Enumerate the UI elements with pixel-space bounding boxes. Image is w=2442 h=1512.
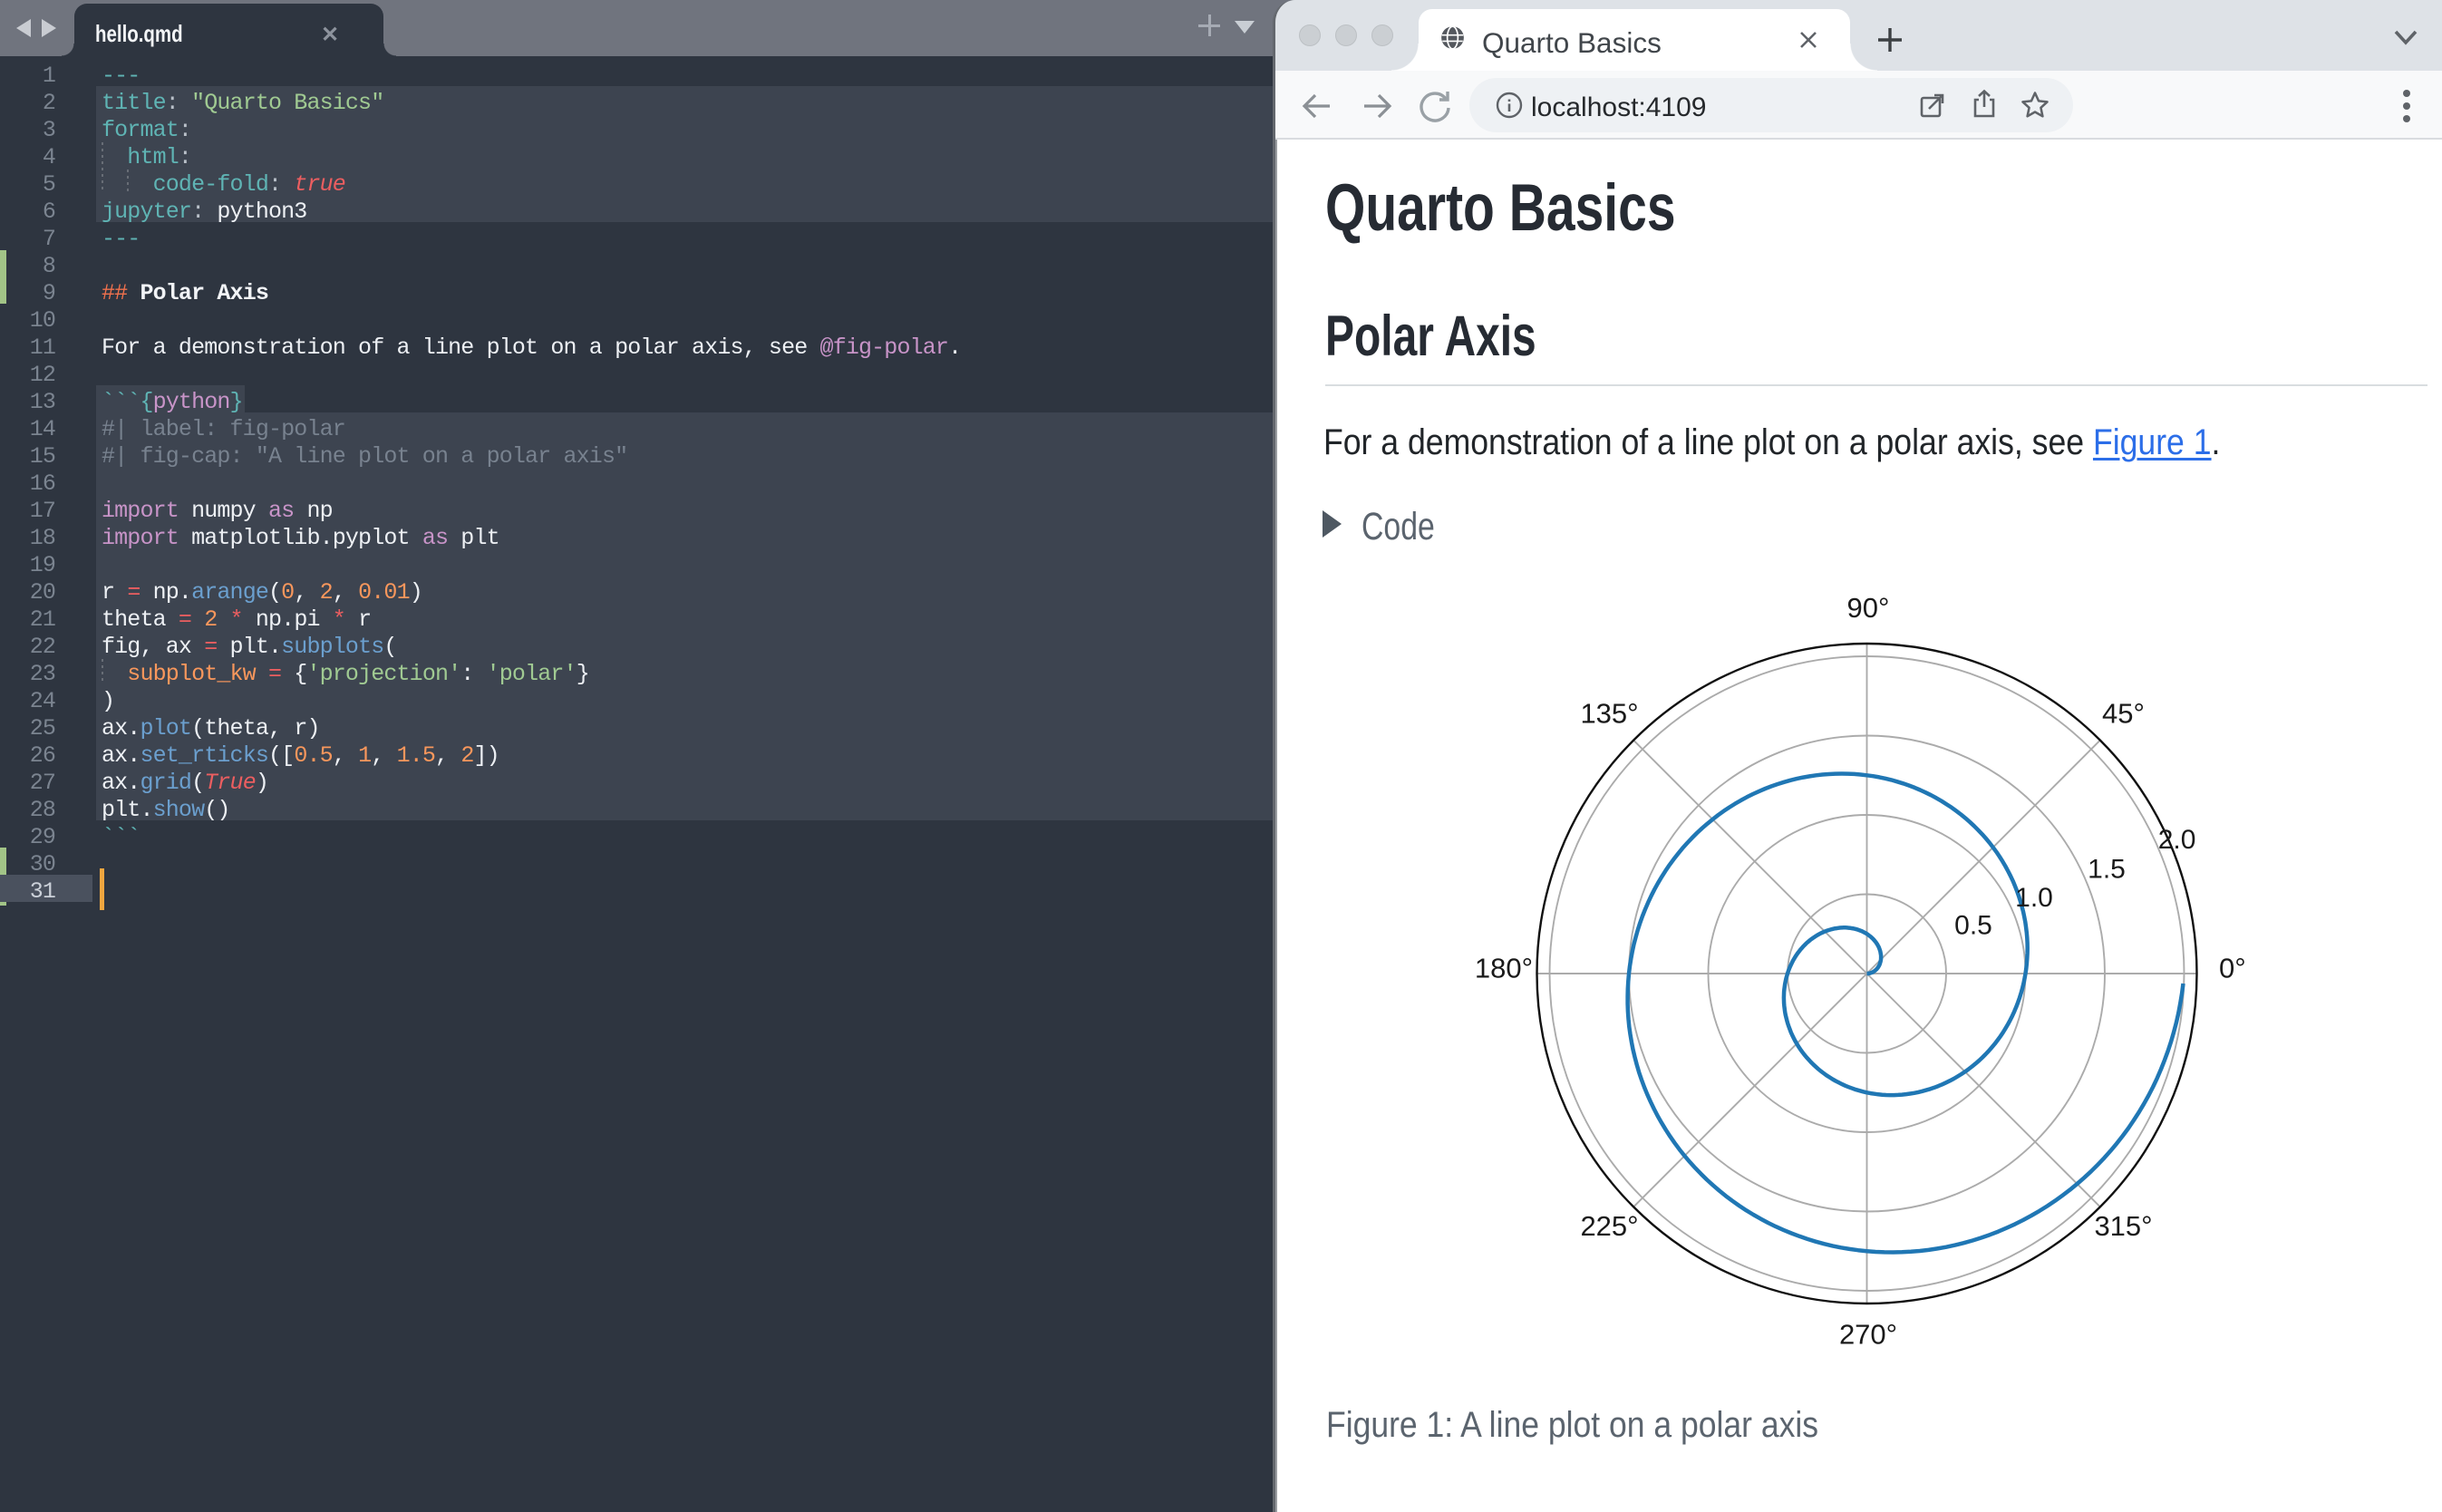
svg-text:1.0: 1.0 [2015, 883, 2053, 913]
svg-text:315°: 315° [2094, 1210, 2152, 1242]
svg-text:225°: 225° [1580, 1210, 1638, 1242]
svg-text:270°: 270° [1839, 1319, 1897, 1351]
svg-text:135°: 135° [1580, 698, 1638, 730]
svg-text:2.0: 2.0 [2158, 825, 2196, 855]
svg-text:0°: 0° [2219, 953, 2246, 984]
svg-text:0.5: 0.5 [1954, 911, 1992, 941]
svg-text:180°: 180° [1475, 953, 1533, 984]
svg-text:1.5: 1.5 [2088, 855, 2126, 885]
svg-text:45°: 45° [2102, 698, 2145, 730]
svg-text:90°: 90° [1847, 592, 1890, 624]
